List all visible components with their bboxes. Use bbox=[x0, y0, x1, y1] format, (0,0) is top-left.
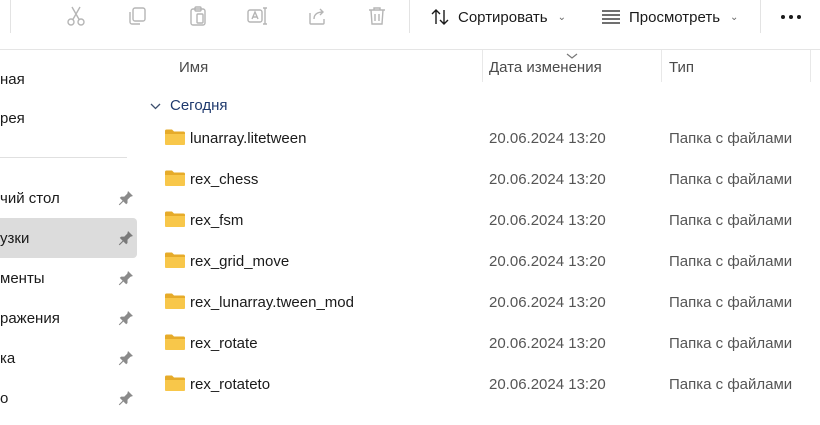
file-date: 20.06.2024 13:20 bbox=[489, 376, 606, 393]
file-row[interactable]: rex_chess 20.06.2024 13:20 Папка с файла… bbox=[140, 159, 820, 200]
file-date: 20.06.2024 13:20 bbox=[489, 253, 606, 270]
column-resize-handle[interactable] bbox=[810, 50, 811, 82]
toolbar-separator bbox=[10, 0, 11, 33]
share-icon[interactable] bbox=[305, 4, 329, 28]
file-row[interactable]: rex_grid_move 20.06.2024 13:20 Папка с ф… bbox=[140, 241, 820, 282]
sidebar-item-pictures[interactable]: ражения bbox=[0, 298, 137, 338]
sidebar-item-label: ная bbox=[0, 70, 25, 88]
chevron-down-icon: ⌄ bbox=[557, 11, 567, 23]
file-type: Папка с файлами bbox=[669, 171, 793, 188]
sidebar-item-home[interactable]: ная bbox=[0, 59, 137, 99]
file-row[interactable]: rex_lunarray.tween_mod 20.06.2024 13:20 … bbox=[140, 282, 820, 323]
file-row[interactable]: lunarray.litetween 20.06.2024 13:20 Папк… bbox=[140, 118, 820, 159]
folder-icon bbox=[165, 375, 185, 391]
file-date: 20.06.2024 13:20 bbox=[489, 130, 606, 147]
sidebar-item-label: ражения bbox=[0, 309, 60, 327]
sidebar-item-video[interactable]: о bbox=[0, 378, 137, 418]
view-icon bbox=[601, 9, 621, 25]
column-header-row: Имя Дата изменения Тип bbox=[140, 50, 820, 82]
folder-icon bbox=[165, 170, 185, 186]
folder-icon bbox=[165, 334, 185, 350]
file-row[interactable]: rex_rotate 20.06.2024 13:20 Папка с файл… bbox=[140, 323, 820, 364]
sidebar-item-label: о bbox=[0, 389, 9, 407]
paste-icon[interactable] bbox=[186, 4, 210, 28]
file-date: 20.06.2024 13:20 bbox=[489, 171, 606, 188]
file-date: 20.06.2024 13:20 bbox=[489, 335, 606, 352]
file-row[interactable]: rex_fsm 20.06.2024 13:20 Папка с файлами bbox=[140, 200, 820, 241]
folder-icon bbox=[165, 211, 185, 227]
file-type: Папка с файлами bbox=[669, 335, 793, 352]
sidebar-item-downloads[interactable]: узки bbox=[0, 218, 137, 258]
sidebar-item-documents[interactable]: менты bbox=[0, 258, 137, 298]
column-resize-handle[interactable] bbox=[482, 50, 483, 82]
command-bar: Сортировать ⌄ Просмотреть ⌄ bbox=[0, 0, 820, 50]
file-type: Папка с файлами bbox=[669, 212, 793, 229]
pin-icon[interactable] bbox=[118, 390, 134, 406]
file-name: rex_lunarray.tween_mod bbox=[190, 294, 354, 311]
file-explorer-window: Сортировать ⌄ Просмотреть ⌄ ная рея чий … bbox=[0, 0, 820, 425]
sidebar-divider bbox=[0, 157, 127, 158]
file-type: Папка с файлами bbox=[669, 294, 793, 311]
file-name: rex_rotateto bbox=[190, 376, 271, 393]
file-type: Папка с файлами bbox=[669, 376, 793, 393]
file-type: Папка с файлами bbox=[669, 130, 793, 147]
pin-icon[interactable] bbox=[118, 270, 134, 286]
sidebar-item-label: узки bbox=[0, 229, 30, 247]
column-header-type[interactable]: Тип bbox=[669, 59, 694, 76]
sort-label: Сортировать bbox=[458, 8, 548, 26]
sidebar-item-label: ка bbox=[0, 349, 16, 367]
sidebar-item-label: менты bbox=[0, 269, 45, 287]
view-label: Просмотреть bbox=[629, 8, 721, 26]
file-name: rex_rotate bbox=[190, 335, 258, 352]
view-button[interactable]: Просмотреть ⌄ bbox=[601, 4, 738, 30]
folder-icon bbox=[165, 252, 185, 268]
file-name: lunarray.litetween bbox=[190, 130, 307, 147]
sort-descending-icon bbox=[565, 47, 579, 59]
column-header-date[interactable]: Дата изменения bbox=[489, 59, 602, 76]
pin-icon[interactable] bbox=[118, 350, 134, 366]
folder-icon bbox=[165, 293, 185, 309]
column-header-name[interactable]: Имя bbox=[179, 59, 208, 76]
cut-icon[interactable] bbox=[64, 4, 88, 28]
file-date: 20.06.2024 13:20 bbox=[489, 212, 606, 229]
sidebar-item-gallery[interactable]: рея bbox=[0, 98, 137, 138]
folder-icon bbox=[165, 129, 185, 145]
column-resize-handle[interactable] bbox=[661, 50, 662, 82]
navigation-pane: ная рея чий стол узки менты ражения ка о bbox=[0, 50, 140, 425]
sidebar-item-label: чий стол bbox=[0, 189, 60, 207]
group-header-today[interactable]: Сегодня bbox=[150, 96, 228, 114]
file-name: rex_fsm bbox=[190, 212, 244, 229]
file-date: 20.06.2024 13:20 bbox=[489, 294, 606, 311]
file-name: rex_grid_move bbox=[190, 253, 290, 270]
file-list-pane: Имя Дата изменения Тип Сегодня lunarray.… bbox=[140, 50, 820, 425]
pin-icon[interactable] bbox=[118, 230, 134, 246]
chevron-down-icon: ⌄ bbox=[730, 11, 739, 23]
file-row[interactable]: rex_rotateto 20.06.2024 13:20 Папка с фа… bbox=[140, 364, 820, 405]
chevron-down-icon bbox=[150, 97, 161, 114]
delete-icon[interactable] bbox=[365, 4, 389, 28]
file-type: Папка с файлами bbox=[669, 253, 793, 270]
toolbar-separator bbox=[409, 0, 410, 33]
sidebar-item-label: рея bbox=[0, 109, 25, 127]
pin-icon[interactable] bbox=[118, 310, 134, 326]
sort-icon bbox=[430, 7, 450, 27]
file-name: rex_chess bbox=[190, 171, 259, 188]
group-label: Сегодня bbox=[170, 96, 228, 114]
copy-icon[interactable] bbox=[125, 4, 149, 28]
toolbar-separator bbox=[760, 0, 761, 33]
sidebar-item-desktop[interactable]: чий стол bbox=[0, 178, 137, 218]
sidebar-item-music[interactable]: ка bbox=[0, 338, 137, 378]
pin-icon[interactable] bbox=[118, 190, 134, 206]
sort-button[interactable]: Сортировать ⌄ bbox=[430, 4, 566, 30]
rename-icon[interactable] bbox=[245, 4, 269, 28]
more-icon bbox=[780, 7, 802, 25]
more-options-button[interactable] bbox=[778, 4, 804, 28]
